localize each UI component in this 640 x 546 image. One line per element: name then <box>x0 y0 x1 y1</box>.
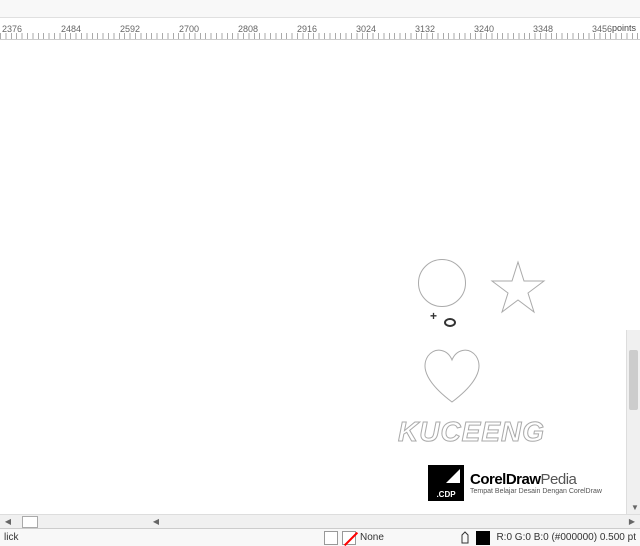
scrollbar-horizontal-track[interactable] <box>168 517 620 527</box>
ruler-unit-label: points <box>612 23 636 33</box>
ruler-horizontal[interactable]: points 2376 2484 2592 2700 2808 2916 3024 3132 3… <box>0 18 640 40</box>
status-hint: lick <box>4 532 18 543</box>
cursor-crosshair: + <box>430 309 437 323</box>
color-readout: R:0 G:0 B:0 (#000000) 0.500 pt <box>496 532 636 543</box>
ruler-mark: 2700 <box>179 24 199 34</box>
scroll-left-track-icon[interactable]: ◀ <box>148 515 164 529</box>
logo-square-icon: .CDP <box>428 465 464 501</box>
logo-title: CorelDrawPedia <box>470 471 602 488</box>
scroll-left-icon[interactable]: ◀ <box>0 515 16 529</box>
watermark-logo: .CDP CorelDrawPedia Tempat Belajar Desai… <box>428 465 602 501</box>
ruler-mark: 3240 <box>474 24 494 34</box>
logo-subtitle: Tempat Belajar Desain Dengan CorelDraw <box>470 488 602 495</box>
ruler-mark: 3132 <box>415 24 435 34</box>
ruler-mark: 2592 <box>120 24 140 34</box>
status-bar: lick None R:0 G:0 B:0 (#000000) 0.500 pt <box>0 528 640 546</box>
scrollbar-vertical[interactable]: ▼ <box>626 330 640 514</box>
canvas[interactable]: + KUCEENG .CDP CorelDrawPedia Tempat Bel… <box>0 40 640 514</box>
logo-square-text: .CDP <box>436 490 455 499</box>
ruler-mark: 2376 <box>2 24 22 34</box>
outline-text[interactable]: KUCEENG <box>398 416 545 448</box>
pen-icon <box>460 531 470 545</box>
ruler-mark: 3348 <box>533 24 553 34</box>
page-indicator[interactable] <box>22 516 38 528</box>
ruler-mark: 2916 <box>297 24 317 34</box>
star-shape[interactable] <box>488 258 548 318</box>
scroll-right-icon[interactable]: ▶ <box>624 515 640 529</box>
circle-shape[interactable] <box>418 259 466 307</box>
ruler-mark: 2484 <box>61 24 81 34</box>
toolbar-top <box>0 0 640 18</box>
fill-swatch-icon[interactable] <box>324 531 338 545</box>
fill-label: None <box>360 532 384 543</box>
ruler-mark: 3456 <box>592 24 612 34</box>
scrollbar-vertical-thumb[interactable] <box>629 350 638 410</box>
canvas-area[interactable]: + KUCEENG .CDP CorelDrawPedia Tempat Bel… <box>0 40 640 514</box>
ruler-mark: 2808 <box>238 24 258 34</box>
small-oval-shape[interactable] <box>444 318 456 327</box>
outline-swatch-icon[interactable] <box>476 531 490 545</box>
scrollbar-horizontal[interactable]: ◀ ◀ ▶ <box>0 514 640 528</box>
ruler-mark: 3024 <box>356 24 376 34</box>
heart-shape[interactable] <box>418 346 486 406</box>
scroll-down-icon[interactable]: ▼ <box>627 500 640 514</box>
nofill-swatch-icon[interactable] <box>342 531 356 545</box>
